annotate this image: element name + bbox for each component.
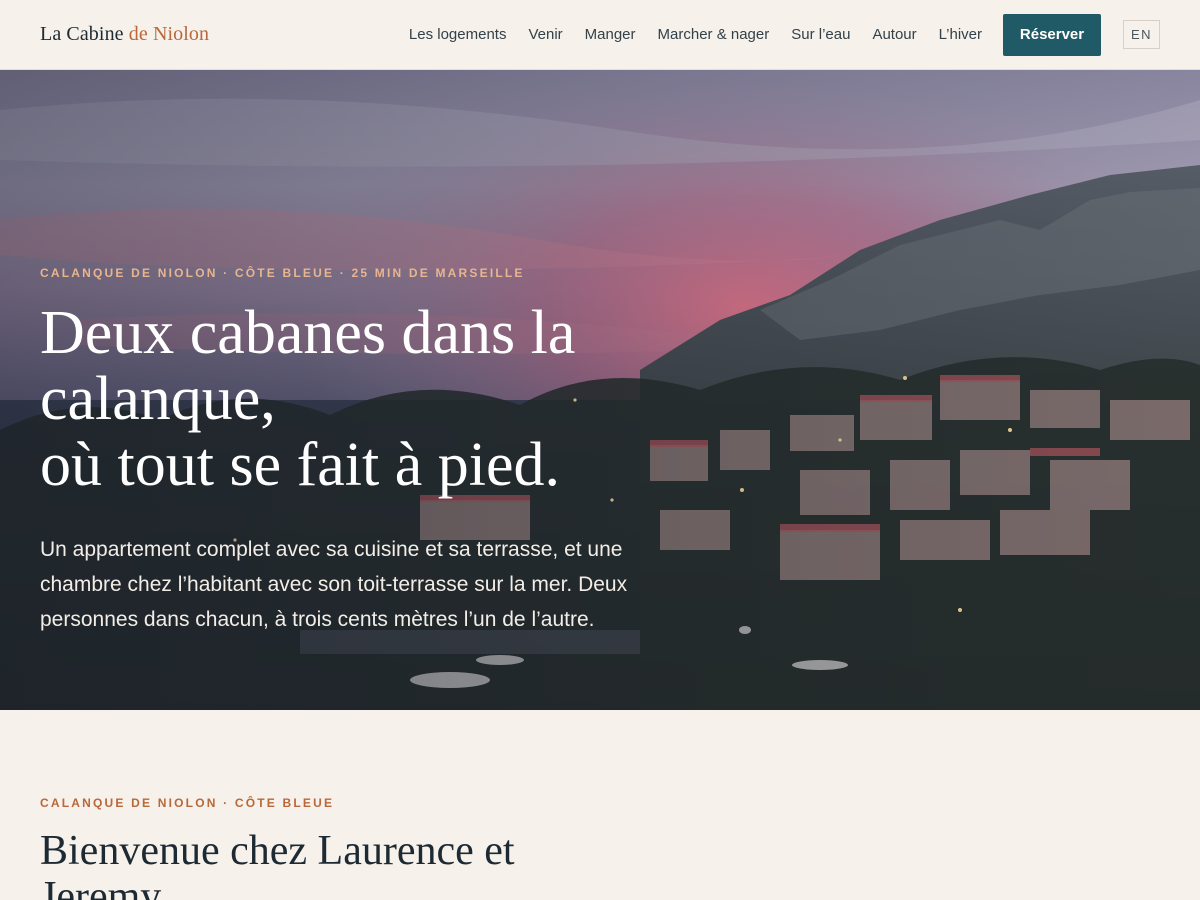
hero-eyebrow: CALANQUE DE NIOLON · CÔTE BLEUE · 25 MIN… (40, 266, 525, 280)
nav-link-hiver[interactable]: L’hiver (939, 26, 982, 43)
brand-name: La Cabine (40, 23, 124, 45)
hero-lead: Un appartement complet avec sa cuisine e… (40, 538, 628, 631)
hero-section: CALANQUE DE NIOLON · CÔTE BLEUE · 25 MIN… (0, 70, 1200, 710)
nav-link-venir[interactable]: Venir (528, 26, 562, 43)
language-switch[interactable]: EN (1123, 20, 1160, 49)
nav-link-manger[interactable]: Manger (585, 26, 636, 43)
hero-title-line: Deux cabanes dans la (40, 299, 576, 367)
site-logo[interactable]: La Cabine de Niolon (40, 23, 209, 46)
main-nav: Les logements Venir Manger Marcher & nag… (409, 13, 1160, 56)
hero-title-line: calanque, (40, 365, 276, 433)
brand-name-accent: de Niolon (128, 23, 210, 45)
welcome-eyebrow: CALANQUE DE NIOLON · CÔTE BLEUE (40, 796, 335, 810)
nav-link-sur-leau[interactable]: Sur l’eau (791, 26, 850, 43)
welcome-title: Bienvenue chez Laurence et Jeremy (40, 828, 515, 900)
reserve-button[interactable]: Réserver (1003, 13, 1101, 56)
nav-link-autour[interactable]: Autour (872, 26, 916, 43)
site-header: La Cabine de Niolon Les logements Venir … (0, 0, 1200, 70)
nav-link-marcher-nager[interactable]: Marcher & nager (658, 26, 770, 43)
hero-title-line: où tout se fait à pied. (40, 431, 560, 499)
nav-link-logements[interactable]: Les logements (409, 26, 507, 43)
hero-title: Deux cabanes dans la calanque, où tout s… (40, 300, 730, 498)
welcome-section: CALANQUE DE NIOLON · CÔTE BLEUE Bienvenu… (40, 710, 1160, 900)
